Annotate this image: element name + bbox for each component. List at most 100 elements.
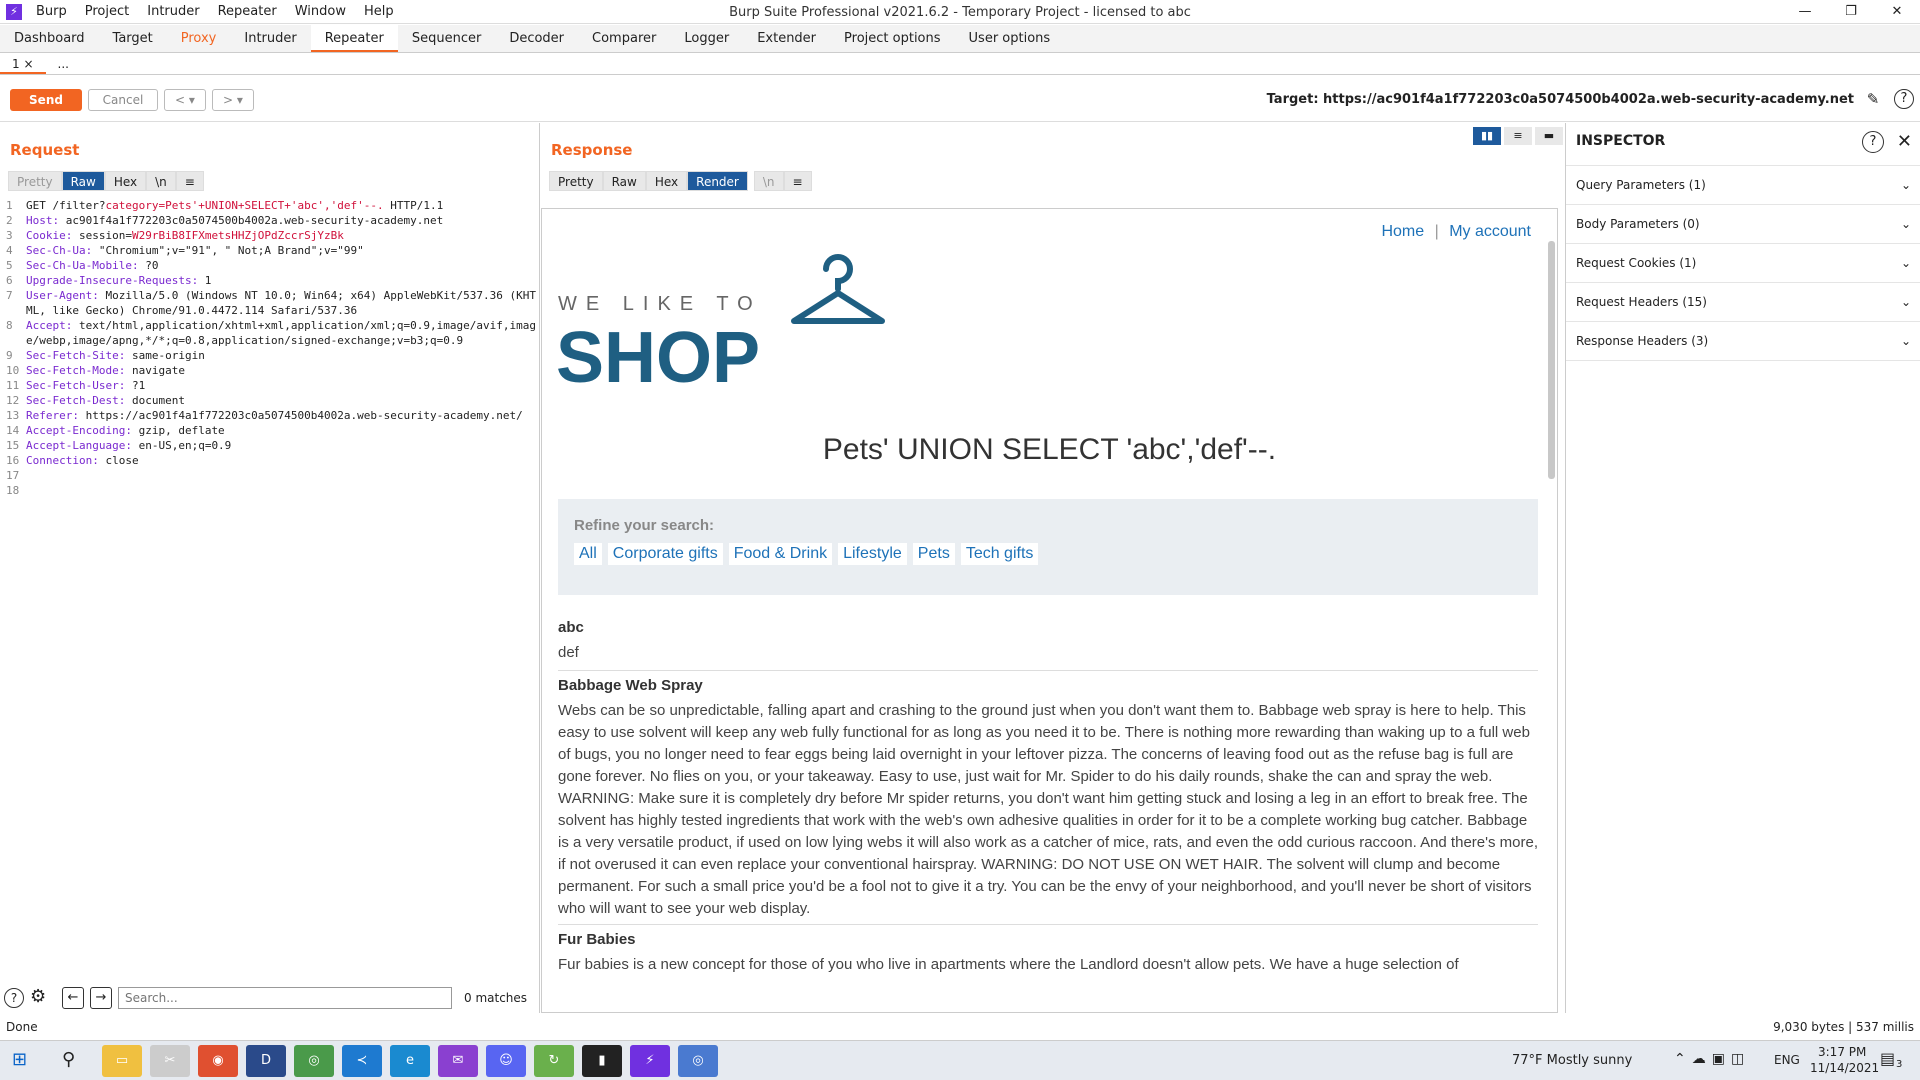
close-icon[interactable]: ✕ [1897,131,1912,152]
minimize-icon[interactable]: — [1782,0,1828,24]
inspector-request-cookies[interactable]: Request Cookies (1) ⌄ [1566,244,1920,283]
response-tab-newline[interactable]: \n [753,171,784,191]
response-menu-icon[interactable]: ≡ [783,171,812,191]
inspector-response-headers[interactable]: Response Headers (3) ⌄ [1566,322,1920,361]
tab-decoder[interactable]: Decoder [495,25,578,52]
vscode-icon[interactable]: ≺ [342,1045,382,1077]
category-all[interactable]: All [574,543,602,565]
request-line[interactable]: 1 GET /filter?category=Pets'+UNION+SELECT… [6,198,536,213]
tab-project-options[interactable]: Project options [830,25,955,52]
chrome-icon[interactable]: ◎ [678,1045,718,1077]
request-line[interactable]: 13 Referer: https://ac901f4a1f772203c0a50… [6,408,536,423]
request-line[interactable]: 17 [6,468,536,483]
request-line[interactable]: 11 Sec-Fetch-User: ?1 [6,378,536,393]
request-line[interactable]: 6 Upgrade-Insecure-Requests: 1 [6,273,536,288]
request-tab-pretty[interactable]: Pretty [8,171,62,191]
language-indicator[interactable]: ENG [1774,1053,1800,1067]
dev-app-icon[interactable]: D [246,1045,286,1077]
close-icon[interactable]: ✕ [1874,0,1920,24]
request-line[interactable]: 8 Accept: text/html,application/xhtml+xml… [6,318,536,348]
menu-help[interactable]: Help [364,4,394,19]
request-tab-raw[interactable]: Raw [61,171,105,191]
repeater-tab-new[interactable]: ... [46,53,81,74]
app-icon[interactable]: ↻ [534,1045,574,1077]
single-pane-icon[interactable]: ▬ [1535,127,1563,145]
tab-intruder[interactable]: Intruder [230,25,310,52]
split-vertical-icon[interactable]: ≡ [1504,127,1532,145]
repeater-tab-1[interactable]: 1 × [0,53,46,74]
gear-icon[interactable]: ⚙ [30,986,46,1007]
cancel-button[interactable]: Cancel [88,89,158,111]
burp-icon[interactable]: ⚡ [630,1045,670,1077]
request-line[interactable]: 12 Sec-Fetch-Dest: document [6,393,536,408]
inspector-body-parameters[interactable]: Body Parameters (0) ⌄ [1566,205,1920,244]
my-account-link[interactable]: My account [1449,223,1531,240]
menu-intruder[interactable]: Intruder [147,4,199,19]
tab-sequencer[interactable]: Sequencer [398,25,495,52]
request-line[interactable]: 7 User-Agent: Mozilla/5.0 (Windows NT 10.… [6,288,536,318]
split-horizontal-icon[interactable]: ▮▮ [1473,127,1501,145]
request-line[interactable]: 16 Connection: close [6,453,536,468]
request-tab-hex[interactable]: Hex [104,171,147,191]
chrome-icon[interactable]: ◎ [294,1045,334,1077]
restore-icon[interactable]: ❐ [1828,0,1874,24]
menu-window[interactable]: Window [295,4,346,19]
home-link[interactable]: Home [1381,223,1424,240]
response-tab-pretty[interactable]: Pretty [549,171,603,191]
terminal-icon[interactable]: ▮ [582,1045,622,1077]
help-icon[interactable]: ? [4,988,24,1008]
category-lifestyle[interactable]: Lifestyle [838,543,907,565]
help-icon[interactable]: ? [1894,89,1914,109]
inspector-query-parameters[interactable]: Query Parameters (1) ⌄ [1566,166,1920,205]
snipping-tool-icon[interactable]: ✂ [150,1045,190,1077]
history-back-button[interactable]: < ▾ [164,89,206,111]
request-line[interactable]: 9 Sec-Fetch-Site: same-origin [6,348,536,363]
tab-comparer[interactable]: Comparer [578,25,670,52]
search-input[interactable] [118,987,452,1009]
tray-icons[interactable]: ⌃☁▣◫ [1674,1051,1750,1067]
discord-icon[interactable]: ☺ [486,1045,526,1077]
request-editor[interactable]: 1 GET /filter?category=Pets'+UNION+SELECT… [6,198,536,498]
request-line[interactable]: 14 Accept-Encoding: gzip, deflate [6,423,536,438]
history-forward-button[interactable]: > ▾ [212,89,254,111]
menu-repeater[interactable]: Repeater [218,4,277,19]
menu-burp[interactable]: Burp [36,4,67,19]
category-corporate-gifts[interactable]: Corporate gifts [607,543,723,565]
search-icon[interactable]: ⚲ [62,1049,75,1070]
prev-match-icon[interactable]: ← [62,987,84,1009]
file-explorer-icon[interactable]: ▭ [102,1045,142,1077]
clock-time[interactable]: 3:17 PM [1818,1045,1866,1059]
category-pets[interactable]: Pets [912,543,955,565]
response-tab-hex[interactable]: Hex [645,171,688,191]
tab-repeater[interactable]: Repeater [310,25,398,52]
render-scrollbar[interactable] [1548,241,1555,479]
response-tab-render[interactable]: Render [687,171,748,191]
request-menu-icon[interactable]: ≡ [175,171,204,191]
weather-text[interactable]: 77°F Mostly sunny [1512,1053,1632,1068]
category-food-drink[interactable]: Food & Drink [728,543,833,565]
request-tab-newline[interactable]: \n [146,171,176,191]
request-line[interactable]: 15 Accept-Language: en-US,en;q=0.9 [6,438,536,453]
send-button[interactable]: Send [10,89,82,111]
target-label[interactable]: Target: https://ac901f4a1f772203c0a50745… [1267,92,1854,107]
tab-extender[interactable]: Extender [743,25,830,52]
request-line[interactable]: 2 Host: ac901f4a1f772203c0a5074500b4002a.… [6,213,536,228]
request-line[interactable]: 4 Sec-Ch-Ua: "Chromium";v="91", " Not;A B… [6,243,536,258]
messenger-icon[interactable]: ✉ [438,1045,478,1077]
clock-date[interactable]: 11/14/2021 [1810,1061,1879,1075]
edit-pencil-icon[interactable]: ✎ [1862,88,1884,110]
request-line[interactable]: 18 [6,483,536,498]
tab-user-options[interactable]: User options [955,25,1065,52]
notification-icon[interactable]: ▤ [1880,1049,1895,1068]
tab-logger[interactable]: Logger [670,25,743,52]
category-tech-gifts[interactable]: Tech gifts [960,543,1039,565]
tab-target[interactable]: Target [99,25,167,52]
edge-icon[interactable]: e [390,1045,430,1077]
inspector-request-headers[interactable]: Request Headers (15) ⌄ [1566,283,1920,322]
request-line[interactable]: 10 Sec-Fetch-Mode: navigate [6,363,536,378]
tab-dashboard[interactable]: Dashboard [0,25,99,52]
windows-start-icon[interactable]: ⊞ [12,1049,27,1070]
app-icon[interactable]: ◉ [198,1045,238,1077]
tab-proxy[interactable]: Proxy [167,25,231,52]
request-line[interactable]: 5 Sec-Ch-Ua-Mobile: ?0 [6,258,536,273]
